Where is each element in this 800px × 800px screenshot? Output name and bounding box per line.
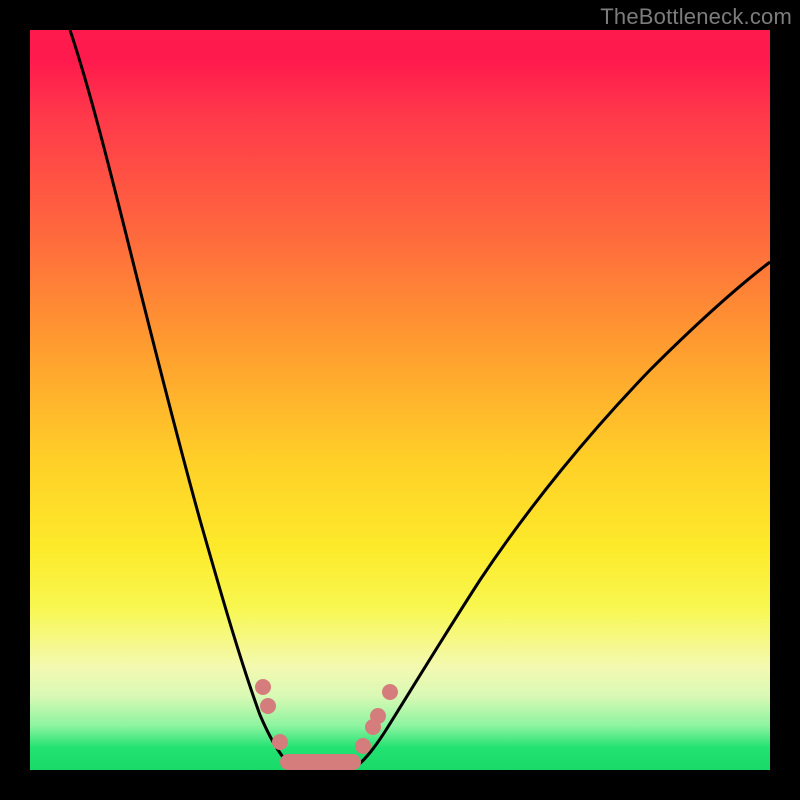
marker-dot [355, 738, 371, 754]
marker-dot [382, 684, 398, 700]
marker-dot [260, 698, 276, 714]
watermark-text: TheBottleneck.com [600, 4, 792, 30]
marker-dot [370, 708, 386, 724]
right-curve [350, 262, 770, 770]
outer-frame: TheBottleneck.com [0, 0, 800, 800]
marker-dot [272, 734, 288, 750]
chart-svg [30, 30, 770, 770]
left-curve [70, 30, 298, 770]
marker-dot [255, 679, 271, 695]
plot-area [30, 30, 770, 770]
